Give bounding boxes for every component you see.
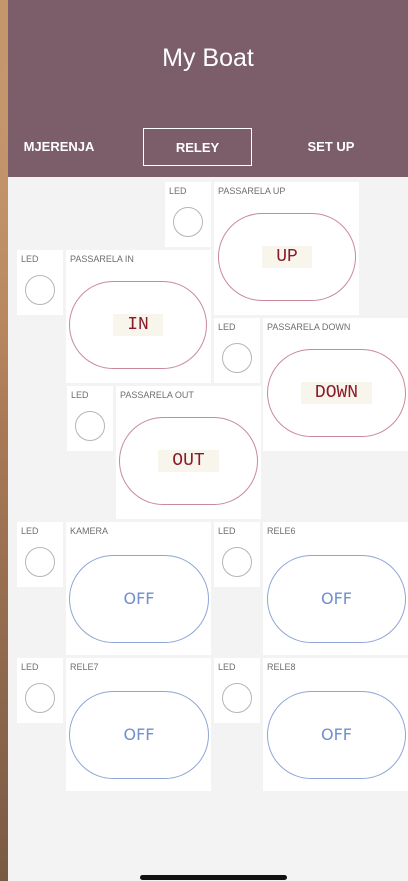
- page-title: My Boat: [162, 44, 254, 72]
- led-label: LED: [218, 322, 236, 332]
- button-label: DOWN: [300, 382, 373, 404]
- widget-rele6: RELE6 OFF: [263, 522, 408, 655]
- button-label: OUT: [158, 450, 219, 472]
- button-label: UP: [262, 246, 312, 268]
- kamera-button[interactable]: OFF: [69, 555, 209, 643]
- widget-rele7: RELE7 OFF: [66, 658, 211, 791]
- widget-label: PASSARELA UP: [218, 186, 286, 196]
- widget-label: PASSARELA IN: [70, 254, 134, 264]
- widget-label: RELE7: [70, 662, 99, 672]
- header: My Boat MJERENJA RELEY SET UP: [8, 0, 408, 177]
- led-widget-kamera: LED: [17, 522, 63, 587]
- led-label: LED: [169, 186, 187, 196]
- button-label: OFF: [321, 725, 352, 744]
- led-indicator: [222, 683, 252, 713]
- passarela-up-button[interactable]: UP: [218, 213, 356, 301]
- button-label: OFF: [123, 725, 155, 744]
- widget-label: KAMERA: [70, 526, 109, 536]
- button-label: IN: [113, 314, 163, 336]
- led-label: LED: [71, 390, 89, 400]
- widget-label: RELE6: [267, 526, 296, 536]
- led-label: LED: [218, 526, 236, 536]
- led-indicator: [222, 343, 252, 373]
- led-widget-passarela-in: LED: [17, 250, 63, 315]
- widget-label: PASSARELA DOWN: [267, 322, 351, 332]
- widget-passarela-up: PASSARELA UP UP: [214, 182, 359, 315]
- led-widget-rele7: LED: [17, 658, 63, 723]
- button-label: OFF: [321, 589, 352, 608]
- tab-mjerenja[interactable]: MJERENJA: [16, 128, 102, 166]
- app-screen: My Boat MJERENJA RELEY SET UP LED PASSAR…: [8, 0, 408, 881]
- widget-label: RELE8: [267, 662, 296, 672]
- widget-label: PASSARELA OUT: [120, 390, 194, 400]
- widget-kamera: KAMERA OFF: [66, 522, 211, 655]
- widget-rele8: RELE8 OFF: [263, 658, 408, 791]
- led-widget-rele8: LED: [214, 658, 260, 723]
- led-indicator: [75, 411, 105, 441]
- passarela-in-button[interactable]: IN: [69, 281, 207, 369]
- led-widget-passarela-down: LED: [214, 318, 260, 383]
- tab-set-up[interactable]: SET UP: [291, 128, 371, 166]
- widget-passarela-down: PASSARELA DOWN DOWN: [263, 318, 408, 451]
- led-indicator: [25, 275, 55, 305]
- home-indicator[interactable]: [140, 875, 287, 880]
- led-widget-passarela-up: LED: [165, 182, 211, 247]
- passarela-down-button[interactable]: DOWN: [267, 349, 406, 437]
- led-indicator: [173, 207, 203, 237]
- rele6-button[interactable]: OFF: [267, 555, 406, 643]
- led-label: LED: [21, 254, 39, 264]
- led-label: LED: [218, 662, 236, 672]
- button-label: OFF: [123, 589, 155, 608]
- widget-passarela-in: PASSARELA IN IN: [66, 250, 211, 383]
- rele8-button[interactable]: OFF: [267, 691, 406, 779]
- led-label: LED: [21, 526, 39, 536]
- led-indicator: [25, 683, 55, 713]
- led-indicator: [25, 547, 55, 577]
- rele7-button[interactable]: OFF: [69, 691, 209, 779]
- passarela-out-button[interactable]: OUT: [119, 417, 258, 505]
- led-widget-rele6: LED: [214, 522, 260, 587]
- widget-passarela-out: PASSARELA OUT OUT: [116, 386, 261, 519]
- led-label: LED: [21, 662, 39, 672]
- tab-reley[interactable]: RELEY: [143, 128, 252, 166]
- led-widget-passarela-out: LED: [67, 386, 113, 451]
- led-indicator: [222, 547, 252, 577]
